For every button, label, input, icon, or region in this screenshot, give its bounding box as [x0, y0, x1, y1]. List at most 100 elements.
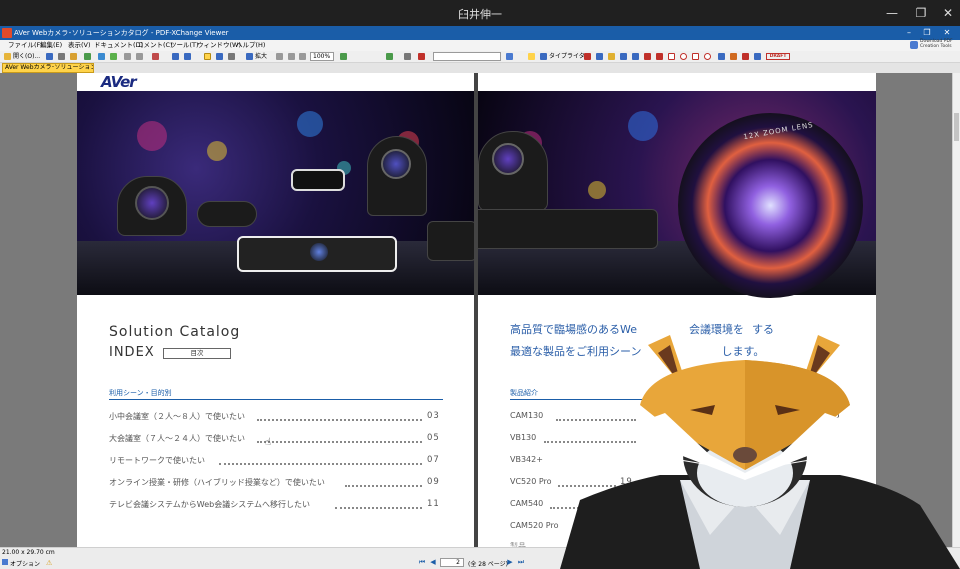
redo-icon[interactable]	[136, 53, 143, 60]
typewriter-icon[interactable]	[540, 53, 547, 60]
product-row-label[interactable]: CAM540	[510, 499, 543, 508]
download-icon	[910, 41, 918, 49]
callout-icon[interactable]	[596, 53, 603, 60]
first-page-icon[interactable]: ⏮	[418, 558, 426, 566]
back-icon[interactable]	[172, 53, 179, 60]
snapshot-icon[interactable]	[228, 53, 235, 60]
scan-icon[interactable]	[84, 53, 91, 60]
product-row-label[interactable]: VB130	[510, 433, 536, 442]
underline-icon[interactable]	[620, 53, 627, 60]
stamp-draft[interactable]: DRAFT	[766, 53, 790, 60]
options-icon[interactable]	[2, 559, 8, 565]
viewer-restore-icon[interactable]: ❐	[920, 26, 934, 40]
leader-dots	[219, 457, 422, 465]
fit-width-icon[interactable]	[299, 53, 306, 60]
menu-comment[interactable]: コメント(C)	[137, 40, 173, 51]
hand-cursor-icon: ☝	[265, 437, 272, 448]
close-icon[interactable]: ✕	[940, 5, 956, 21]
oval-icon[interactable]	[680, 53, 687, 60]
zoom-level-input[interactable]: 100%	[310, 52, 334, 61]
leader-dots	[345, 479, 422, 487]
open-label[interactable]: 開く(O)...	[13, 52, 40, 61]
menu-edit[interactable]: 編集(E)	[40, 40, 62, 51]
leader-dots	[257, 413, 422, 421]
rotate-icon[interactable]	[152, 53, 159, 60]
section-label-scenes: 利用シーン・目的別	[109, 389, 172, 397]
index-badge: 目次	[163, 348, 231, 359]
viewer-minimize-icon[interactable]: –	[902, 26, 916, 40]
index-row-label[interactable]: 大会議室（７人～２４人）で使いたい	[109, 433, 245, 444]
forward-icon[interactable]	[184, 53, 191, 60]
index-row-page: 07	[427, 455, 440, 465]
prev-page-icon[interactable]: ◀	[429, 558, 437, 566]
highlight-icon[interactable]	[608, 53, 615, 60]
scrollbar-thumb[interactable]	[954, 113, 959, 141]
plus-icon[interactable]	[386, 53, 393, 60]
search-combo[interactable]	[433, 52, 501, 61]
save-icon[interactable]	[46, 53, 53, 60]
highlight-link-icon[interactable]	[418, 53, 425, 60]
print-icon[interactable]	[58, 53, 65, 60]
menu-bar: ファイル(F) 編集(E) 表示(V) ドキュメント(D) コメント(C) ツー…	[0, 40, 960, 51]
index-row-page: 11	[427, 499, 440, 509]
zoom-in-icon[interactable]	[246, 53, 253, 60]
next-page-icon[interactable]: ▶	[506, 558, 514, 566]
leader-dots	[257, 435, 422, 443]
product-row-label[interactable]: CAM130	[510, 411, 543, 420]
find-icon[interactable]	[506, 53, 513, 60]
maximize-icon[interactable]: ❐	[913, 5, 929, 21]
cloud-icon[interactable]	[704, 53, 711, 60]
index-row-label[interactable]: テレビ会議システムからWeb会議システムへ移行したい	[109, 499, 310, 510]
zoom-in-label[interactable]: 拡大	[255, 52, 267, 61]
last-page-icon[interactable]: ⏭	[517, 558, 525, 566]
polygon-icon[interactable]	[692, 53, 699, 60]
stamp-tool-icon[interactable]	[754, 53, 761, 60]
pencil-icon[interactable]	[730, 53, 737, 60]
minimize-icon[interactable]: —	[884, 5, 900, 21]
fit-page-icon[interactable]	[288, 53, 295, 60]
fox-mask-icon	[632, 335, 858, 480]
page-number-input[interactable]: 2	[440, 558, 464, 567]
undo-icon[interactable]	[124, 53, 131, 60]
strikeout-icon[interactable]	[632, 53, 639, 60]
email-icon[interactable]	[70, 53, 77, 60]
menu-document[interactable]: ドキュメント(D)	[94, 40, 143, 51]
index-row-page: 05	[427, 433, 440, 443]
menu-view[interactable]: 表示(V)	[68, 40, 91, 51]
hand-tool-icon[interactable]	[204, 53, 211, 60]
viewer-close-icon[interactable]: ✕	[940, 26, 954, 40]
index-row-label[interactable]: 小中会議室（２人～８人）で使いたい	[109, 411, 245, 422]
refresh-icon[interactable]	[110, 53, 117, 60]
menu-window[interactable]: ウィンドウ(W)	[197, 40, 241, 51]
textbox-icon[interactable]	[584, 53, 591, 60]
select-text-icon[interactable]	[216, 53, 223, 60]
index-row-label[interactable]: オンライン授業・研修（ハイブリッド授業など）で使いたい	[109, 477, 325, 488]
options-label[interactable]: オプション	[10, 559, 40, 568]
measure-icon[interactable]	[718, 53, 725, 60]
menu-file[interactable]: ファイル(F)	[8, 40, 43, 51]
index-heading: INDEX	[109, 345, 155, 360]
menu-help[interactable]: ヘルプ(H)	[236, 40, 265, 51]
rectangle-icon[interactable]	[668, 53, 675, 60]
actual-size-icon[interactable]	[276, 53, 283, 60]
search-icon[interactable]	[404, 53, 411, 60]
product-row-label[interactable]: VB342+	[510, 455, 543, 464]
warning-icon: ⚠	[46, 559, 53, 567]
menu-tools[interactable]: ツール(T)	[170, 40, 199, 51]
properties-icon[interactable]	[98, 53, 105, 60]
open-folder-icon[interactable]	[4, 53, 11, 60]
viewer-title-bar: AVer Webカメラ･ソリューションカタログ - PDF-XChange Vi…	[0, 26, 960, 40]
product-banner-left	[77, 91, 474, 295]
zoom-go-icon[interactable]	[340, 53, 347, 60]
page-dimensions: 21.00 x 29.70 cm	[2, 549, 55, 556]
product-banner-right: 12X ZOOM LENS	[478, 91, 876, 298]
line-icon[interactable]	[656, 53, 663, 60]
arrow-icon[interactable]	[644, 53, 651, 60]
document-tab[interactable]: AVer Webカメラ･ソリューションカタログ	[2, 63, 94, 73]
index-row-label[interactable]: リモートワークで使いたい	[109, 455, 205, 466]
catalog-heading: Solution Catalog	[109, 324, 241, 340]
eraser-icon[interactable]	[742, 53, 749, 60]
toolbar: 開く(O)... 拡大 100% タイプライター DRAFT	[0, 51, 960, 63]
zoom-lens-image	[678, 113, 863, 298]
note-icon[interactable]	[528, 53, 535, 60]
